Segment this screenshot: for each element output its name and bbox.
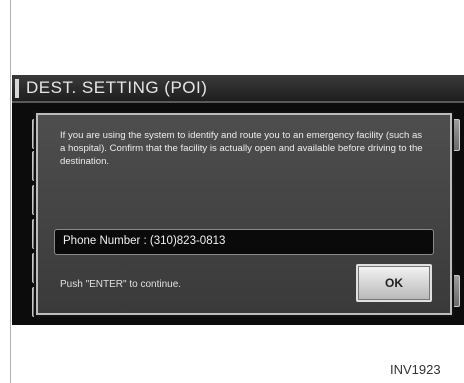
title-bar: DEST. SETTING (POI) bbox=[12, 75, 464, 103]
screen-title: DEST. SETTING (POI) bbox=[26, 78, 208, 97]
emergency-warning-dialog: If you are using the system to identify … bbox=[36, 113, 452, 315]
nav-screen: DEST. SETTING (POI) If you are using the… bbox=[12, 75, 464, 325]
figure-code: INV1923 bbox=[390, 362, 441, 377]
warning-message: If you are using the system to identify … bbox=[60, 130, 423, 167]
phone-number-text: Phone Number : (310)823-0813 bbox=[63, 235, 226, 247]
enter-instruction: Push "ENTER" to continue. bbox=[60, 279, 182, 290]
ok-button[interactable]: OK bbox=[356, 264, 432, 302]
page-border-line bbox=[10, 0, 11, 383]
phone-number-field: Phone Number : (310)823-0813 bbox=[54, 229, 434, 255]
title-marker bbox=[15, 79, 19, 98]
